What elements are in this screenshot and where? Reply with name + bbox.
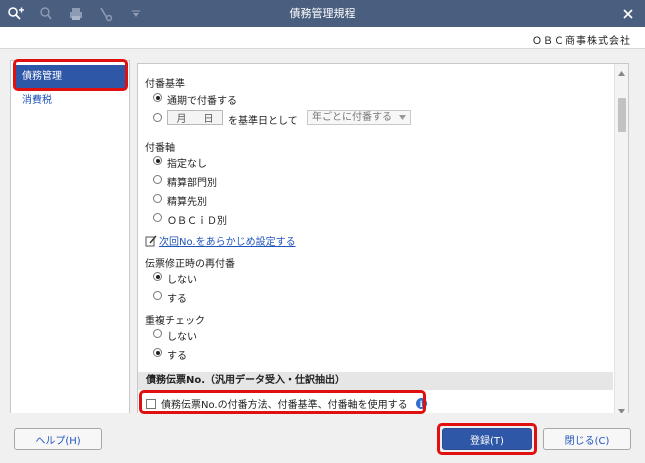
settings-panel: 付番基準 通期で付番する 月 日 を基準日として 年ごとに付番する 付番軸 指定… <box>137 63 629 419</box>
radio-dup-yes-label: する <box>167 351 187 362</box>
radio-axis-obcid-label: ＯＢＣｉＤ別 <box>167 216 227 227</box>
date-month-label: 月 <box>176 114 187 125</box>
window-title: 債務管理規程 <box>289 7 356 20</box>
radio-continuous[interactable] <box>153 93 162 102</box>
radio-renumber-no-label: しない <box>167 275 197 286</box>
numbering-period-value: 年ごとに付番する <box>312 112 392 123</box>
radio-date-base[interactable] <box>153 113 162 122</box>
company-name: ＯＢＣ商事株式会社 <box>532 36 631 47</box>
radio-axis-payee-label: 精算先別 <box>167 197 207 208</box>
sidebar: 債務管理 消費税 <box>10 60 130 418</box>
radio-axis-none[interactable] <box>153 156 162 165</box>
radio-axis-none-label: 指定なし <box>167 159 207 170</box>
date-day-label: 日 <box>203 114 214 125</box>
renumber-heading: 伝票修正時の再付番 <box>145 259 235 270</box>
preset-next-no-link[interactable]: 次回No.をあらかじめ設定する <box>159 233 296 248</box>
scroll-thumb[interactable] <box>618 98 626 132</box>
chevron-down-icon <box>399 115 406 120</box>
title-bar: 債務管理規程 <box>0 0 645 27</box>
radio-axis-obcid[interactable] <box>153 213 162 222</box>
radio-renumber-yes[interactable] <box>153 291 162 300</box>
radio-dup-yes[interactable] <box>153 348 162 357</box>
date-base-suffix: を基準日として <box>228 116 298 127</box>
radio-renumber-yes-label: する <box>167 294 187 305</box>
use-voucher-numbering-checkbox[interactable] <box>146 398 156 409</box>
help-button[interactable]: ヘルプ(H) <box>14 428 102 450</box>
preset-next-no-row: 次回No.をあらかじめ設定する <box>145 233 296 248</box>
edit-icon <box>145 235 157 246</box>
register-button[interactable]: 登録(T) <box>442 428 532 450</box>
date-base-field[interactable]: 月 日 <box>167 110 223 125</box>
numbering-axis-heading: 付番軸 <box>145 143 175 154</box>
close-window-button[interactable] <box>617 3 639 25</box>
voucher-section-heading: 債務伝票No.（汎用データ受入・仕訳抽出） <box>138 372 613 390</box>
numbering-period-select[interactable]: 年ごとに付番する <box>307 110 411 125</box>
sidebar-item-consumption-tax[interactable]: 消費税 <box>14 89 126 113</box>
close-icon <box>623 9 633 19</box>
radio-renumber-no[interactable] <box>153 272 162 281</box>
close-button[interactable]: 閉じる(C) <box>543 428 631 450</box>
voucher-option-row: 債務伝票No.の付番方法、付番基準、付番軸を使用する i <box>146 396 427 411</box>
scroll-up-icon[interactable] <box>615 66 628 80</box>
radio-dup-no[interactable] <box>153 329 162 338</box>
radio-continuous-label: 通期で付番する <box>167 96 237 107</box>
radio-axis-dept-label: 精算部門別 <box>167 178 217 189</box>
radio-axis-payee[interactable] <box>153 194 162 203</box>
radio-dup-no-label: しない <box>167 332 197 343</box>
company-bar: ＯＢＣ商事株式会社 <box>0 27 645 49</box>
vertical-scrollbar[interactable] <box>614 64 628 418</box>
dup-check-heading: 重複チェック <box>145 316 205 327</box>
use-voucher-numbering-label: 債務伝票No.の付番方法、付番基準、付番軸を使用する <box>161 400 408 411</box>
numbering-basis-heading: 付番基準 <box>145 79 185 90</box>
info-icon[interactable]: i <box>415 398 427 409</box>
sidebar-item-debt-management[interactable]: 債務管理 <box>14 65 126 89</box>
radio-axis-dept[interactable] <box>153 175 162 184</box>
